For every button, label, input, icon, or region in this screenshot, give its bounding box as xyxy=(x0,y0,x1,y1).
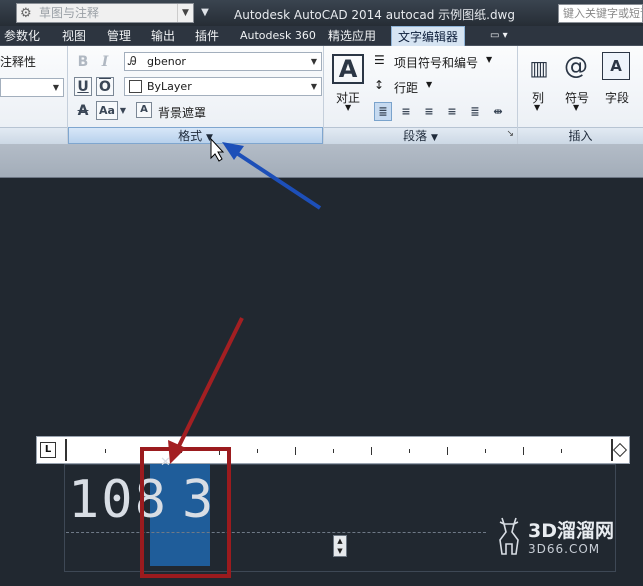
tab-overflow-icon[interactable]: ▭ ▾ xyxy=(490,26,508,46)
chevron-down-icon[interactable]: ▼ xyxy=(486,55,492,64)
tab-view[interactable]: 视图 xyxy=(62,26,86,46)
symbol-icon[interactable]: @ xyxy=(562,52,590,80)
color-combo[interactable]: ByLayer ▼ xyxy=(124,77,322,96)
format-panel-label: 格式 xyxy=(178,129,203,143)
resize-handle-icon[interactable] xyxy=(612,442,628,458)
tab-featured-apps[interactable]: 精选应用 xyxy=(328,26,376,46)
ruler-tick xyxy=(105,449,106,453)
workspace-selector[interactable]: ⚙ 草图与注释 ▼ xyxy=(16,3,194,23)
chevron-down-icon[interactable]: ▼ xyxy=(118,101,128,120)
insert-panel-label: 插入 xyxy=(568,129,593,143)
chevron-down-icon: ▼ xyxy=(430,133,438,143)
ribbon-panel-area: 注释性 ▼ B I Ꭿ gbenor ▼ U O ByLayer ▼ A Aa xyxy=(0,46,643,144)
tab-text-editor[interactable]: 文字编辑器 xyxy=(391,26,466,46)
gear-icon: ⚙ xyxy=(20,6,32,21)
chevron-down-icon: ▼ xyxy=(310,57,318,66)
strikethrough-button[interactable]: A xyxy=(74,101,92,120)
bullets-icon: ☰ xyxy=(374,53,385,67)
tab-parametric[interactable]: 参数化 xyxy=(4,26,40,46)
chevron-down-icon[interactable]: ▼ xyxy=(534,103,540,112)
tab-autodesk-360[interactable]: Autodesk 360 xyxy=(240,26,316,46)
chevron-down-icon[interactable]: ▼ xyxy=(177,4,193,22)
justification-icon[interactable]: A xyxy=(332,54,364,84)
tab-manage[interactable]: 管理 xyxy=(107,26,131,46)
file-tabs-strip xyxy=(0,144,643,178)
watermark: 3D溜溜网 3D66.COM xyxy=(494,512,618,564)
title-bar: ⚙ 草图与注释 ▼ ▼ Autodesk AutoCAD 2014 autoca… xyxy=(0,0,643,26)
bullets-label[interactable]: 项目符号和编号 xyxy=(394,54,478,71)
line-spacing-icon: ↕ xyxy=(374,78,385,92)
color-swatch xyxy=(129,80,142,93)
ruler-tick xyxy=(371,447,372,455)
ruler-tick xyxy=(561,449,562,453)
chevron-down-icon: ▼ xyxy=(205,133,213,143)
paragraph-panel: A 对正 ▼ ☰ 项目符号和编号 ▼ ↕ 行距 ▼ ≣ ≡ ≡ ≡ ≣ ⇹ 段落… xyxy=(324,46,518,144)
ruler-tick xyxy=(295,447,296,455)
align-justify-icon[interactable]: ≣ xyxy=(466,102,484,121)
line-spacing-label[interactable]: 行距 xyxy=(394,79,418,96)
overline-button[interactable]: O xyxy=(96,77,114,96)
chevron-down-icon[interactable]: ▼ xyxy=(345,103,351,112)
font-combo[interactable]: Ꭿ gbenor ▼ xyxy=(124,52,322,71)
background-mask-label[interactable]: 背景遮罩 xyxy=(158,104,206,121)
chevron-down-icon[interactable]: ▼ xyxy=(426,80,432,89)
font-icon: Ꭿ xyxy=(128,54,137,68)
paragraph-panel-footer[interactable]: 段落 ▼ ↘ xyxy=(324,127,517,144)
annotative-label[interactable]: 注释性 xyxy=(0,53,36,70)
tab-plugins[interactable]: 插件 xyxy=(195,26,219,46)
quick-access-menu-icon[interactable]: ▼ xyxy=(198,3,212,23)
ruler-tick xyxy=(523,447,524,455)
bold-button[interactable]: B xyxy=(74,52,92,71)
change-case-button[interactable]: Aa xyxy=(96,101,118,120)
text-height-combo[interactable]: ▼ xyxy=(0,78,64,97)
ruler-tick xyxy=(409,449,410,453)
columns-icon[interactable]: ▥ xyxy=(528,56,550,80)
ruler-tick xyxy=(485,449,486,453)
chevron-down-icon[interactable]: ▼ xyxy=(573,103,579,112)
ruler-tick xyxy=(257,449,258,453)
format-panel: B I Ꭿ gbenor ▼ U O ByLayer ▼ A Aa ▼ A 背景… xyxy=(68,46,324,144)
field-icon[interactable]: A xyxy=(602,52,630,80)
align-distribute-icon[interactable]: ⇹ xyxy=(489,102,507,121)
dialog-launcher-icon[interactable]: ↘ xyxy=(506,126,514,143)
watermark-domain: 3D66.COM xyxy=(528,542,601,556)
paragraph-panel-label: 段落 xyxy=(403,129,428,143)
height-spinner[interactable]: ▲ ▼ xyxy=(333,535,347,557)
search-input[interactable]: 键入关键字或短语 xyxy=(558,4,643,23)
red-highlight-box xyxy=(140,447,231,578)
watermark-brand: 3D溜溜网 xyxy=(528,520,614,542)
background-mask-icon[interactable]: A xyxy=(136,102,152,118)
ruler-tick xyxy=(447,447,448,455)
align-left-icon[interactable]: ≡ xyxy=(397,102,415,121)
deer-logo-icon xyxy=(499,517,519,555)
italic-button[interactable]: I xyxy=(96,52,114,71)
chevron-down-icon: ▼ xyxy=(52,83,60,92)
style-panel-footer xyxy=(0,127,67,144)
format-panel-expander[interactable]: 格式 ▼ xyxy=(68,127,323,144)
font-value: gbenor xyxy=(147,55,186,68)
baseline-guide xyxy=(66,532,486,533)
window-title: Autodesk AutoCAD 2014 autocad 示例图纸.dwg xyxy=(234,8,515,22)
align-right-icon[interactable]: ≡ xyxy=(443,102,461,121)
field-label[interactable]: 字段 xyxy=(605,89,629,106)
align-default-icon[interactable]: ≣ xyxy=(374,102,392,121)
indent-marker[interactable] xyxy=(65,439,67,461)
tab-output[interactable]: 输出 xyxy=(151,26,175,46)
align-center-icon[interactable]: ≡ xyxy=(420,102,438,121)
insert-panel: ▥ 列 ▼ @ 符号 ▼ A 字段 插入 xyxy=(518,46,643,144)
style-panel: 注释性 ▼ xyxy=(0,46,68,144)
ribbon-tab-bar: 参数化 视图 管理 输出 插件 Autodesk 360 精选应用 文字编辑器 … xyxy=(0,26,643,46)
workspace-label: 草图与注释 xyxy=(39,6,100,20)
underline-button[interactable]: U xyxy=(74,77,92,96)
tab-type-button[interactable]: L xyxy=(40,442,56,458)
color-value: ByLayer xyxy=(147,80,192,93)
insert-panel-footer: 插入 xyxy=(518,127,643,144)
ruler-tick xyxy=(333,449,334,453)
chevron-down-icon: ▼ xyxy=(310,82,318,91)
text-ruler[interactable]: L xyxy=(36,436,630,464)
autocad-window: ⚙ 草图与注释 ▼ ▼ Autodesk AutoCAD 2014 autoca… xyxy=(0,0,643,586)
